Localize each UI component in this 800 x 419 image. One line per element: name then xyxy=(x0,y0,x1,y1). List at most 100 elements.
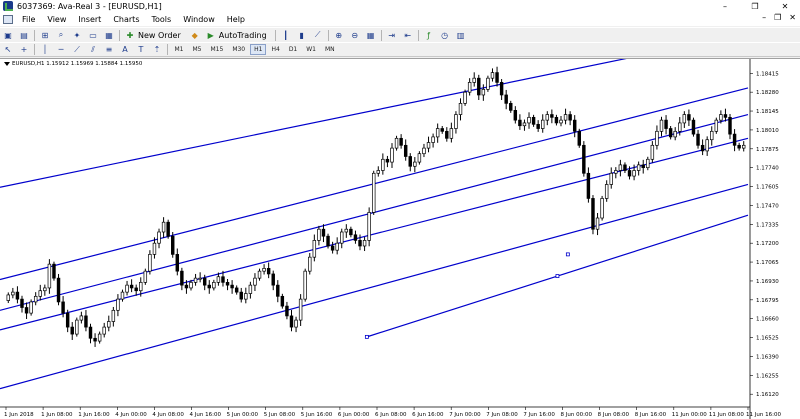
candle-body xyxy=(308,256,312,272)
candle-body xyxy=(705,139,709,152)
candle-body xyxy=(600,198,604,219)
arrows-icon[interactable]: ⇡ xyxy=(151,44,163,55)
menu-view[interactable]: View xyxy=(41,15,72,24)
chart-shift-icon[interactable]: ⇤ xyxy=(402,30,414,41)
candle-body xyxy=(335,242,339,251)
navigator-icon[interactable]: ✦ xyxy=(71,30,83,41)
text-tool-icon[interactable]: A xyxy=(119,44,131,55)
candle-body xyxy=(349,228,353,236)
candle-body xyxy=(504,94,508,104)
menu-charts[interactable]: Charts xyxy=(107,15,145,24)
candle-body xyxy=(481,89,486,96)
candle-body xyxy=(225,281,230,286)
candle-body xyxy=(221,276,225,283)
autotrading-icon[interactable]: ▶ xyxy=(205,30,217,41)
candle-body xyxy=(513,109,518,121)
candle-body xyxy=(230,284,234,289)
cursor-icon[interactable]: ↖ xyxy=(2,44,14,55)
chart-window[interactable]: EURUSD,H1 1.15912 1.15969 1.15884 1.1595… xyxy=(0,58,800,419)
candle-body xyxy=(403,144,408,157)
data-window-icon[interactable]: ⌕ xyxy=(55,30,67,41)
autotrading-button[interactable]: AutoTrading xyxy=(219,31,267,40)
x-tick-label: 11 Jun 00:00 xyxy=(672,412,707,418)
candle-body xyxy=(317,228,321,241)
candle-body xyxy=(376,170,381,174)
chart-close-button[interactable]: ✕ xyxy=(789,13,796,22)
y-tick-label: 1.16795 xyxy=(756,298,779,304)
crosshair-icon[interactable]: + xyxy=(18,44,30,55)
periods-icon[interactable]: ◷ xyxy=(439,30,451,41)
menu-window[interactable]: Window xyxy=(177,15,221,24)
candle-body xyxy=(371,172,376,213)
candle-body xyxy=(362,240,367,247)
tf-m1[interactable]: M1 xyxy=(171,44,188,55)
vertical-line-icon[interactable]: │ xyxy=(39,44,51,55)
tf-m15[interactable]: M15 xyxy=(207,44,228,55)
tf-mn[interactable]: MN xyxy=(321,44,339,55)
candle-body xyxy=(239,291,243,300)
equidistant-channel-icon[interactable]: ⫽ xyxy=(87,44,99,55)
new-order-icon[interactable]: ✚ xyxy=(124,30,136,41)
tf-d1[interactable]: D1 xyxy=(285,44,301,55)
line-chart-icon[interactable]: ⟋ xyxy=(312,30,324,41)
trendline-icon[interactable]: ⟋ xyxy=(71,44,83,55)
price-chart[interactable]: 1.18415 1.18280 1.18145 1.18010 1.17875 1.177… xyxy=(0,59,800,419)
menu-file[interactable]: File xyxy=(16,15,41,24)
candle-body xyxy=(477,77,481,96)
tf-m5[interactable]: M5 xyxy=(189,44,206,55)
candle-body xyxy=(88,326,93,339)
candle-body xyxy=(454,114,458,129)
menu-tools[interactable]: Tools xyxy=(145,15,177,24)
horizontal-line-icon[interactable]: ─ xyxy=(55,44,67,55)
templates-icon[interactable]: ▥ xyxy=(455,30,467,41)
x-tick-label: 5 Jun 00:00 xyxy=(227,412,259,418)
bar-chart-icon[interactable]: ┃ xyxy=(280,30,292,41)
candle-body xyxy=(609,172,613,185)
tf-w1[interactable]: W1 xyxy=(302,44,320,55)
tile-windows-icon[interactable]: ▦ xyxy=(365,30,377,41)
profiles-icon[interactable]: ▤ xyxy=(18,30,30,41)
new-chart-icon[interactable]: ▣ xyxy=(2,30,14,41)
candle-body xyxy=(303,270,307,300)
candle-body xyxy=(536,123,540,129)
candle-body xyxy=(700,144,705,152)
close-button[interactable]: ✕ xyxy=(770,0,800,12)
maximize-button[interactable]: ❐ xyxy=(740,0,770,12)
minimize-button[interactable]: – xyxy=(710,0,740,12)
chart-minimize-button[interactable]: – xyxy=(762,13,766,22)
strategy-tester-icon[interactable]: ▦ xyxy=(103,30,115,41)
tf-h1[interactable]: H1 xyxy=(250,44,267,55)
chart-restore-button[interactable]: ❐ xyxy=(774,13,781,22)
candle-body xyxy=(554,116,559,124)
terminal-icon[interactable]: ▭ xyxy=(87,30,99,41)
candlestick-chart-icon[interactable]: ▮ xyxy=(296,30,308,41)
y-tick-label: 1.18145 xyxy=(756,109,779,115)
candle-body xyxy=(687,114,691,121)
y-tick-label: 1.17470 xyxy=(756,203,779,209)
candle-body xyxy=(212,281,216,289)
candle-body xyxy=(79,315,84,321)
tf-h4[interactable]: H4 xyxy=(267,44,283,55)
candle-body xyxy=(417,153,422,163)
channel-line xyxy=(0,183,749,390)
candle-body xyxy=(24,307,29,314)
zoom-in-icon[interactable]: ⊕ xyxy=(333,30,345,41)
candle-body xyxy=(636,164,641,171)
menu-insert[interactable]: Insert xyxy=(72,15,107,24)
label-tool-icon[interactable]: T xyxy=(135,44,147,55)
new-order-button[interactable]: New Order xyxy=(138,31,181,40)
fibonacci-icon[interactable]: ≡ xyxy=(103,44,115,55)
metaeditor-icon[interactable]: ◆ xyxy=(189,30,201,41)
chart-window-icon[interactable] xyxy=(3,14,13,24)
candle-body xyxy=(632,170,636,177)
indicators-icon[interactable]: ƒ xyxy=(423,30,435,41)
candle-body xyxy=(6,294,11,301)
auto-scroll-icon[interactable]: ⇥ xyxy=(386,30,398,41)
x-tick-label: 6 Jun 00:00 xyxy=(338,412,370,418)
tf-m30[interactable]: M30 xyxy=(228,44,249,55)
market-watch-icon[interactable]: ⊞ xyxy=(39,30,51,41)
zoom-out-icon[interactable]: ⊖ xyxy=(349,30,361,41)
candle-body xyxy=(472,77,476,83)
candle-body xyxy=(563,114,568,121)
menu-help[interactable]: Help xyxy=(221,15,251,24)
